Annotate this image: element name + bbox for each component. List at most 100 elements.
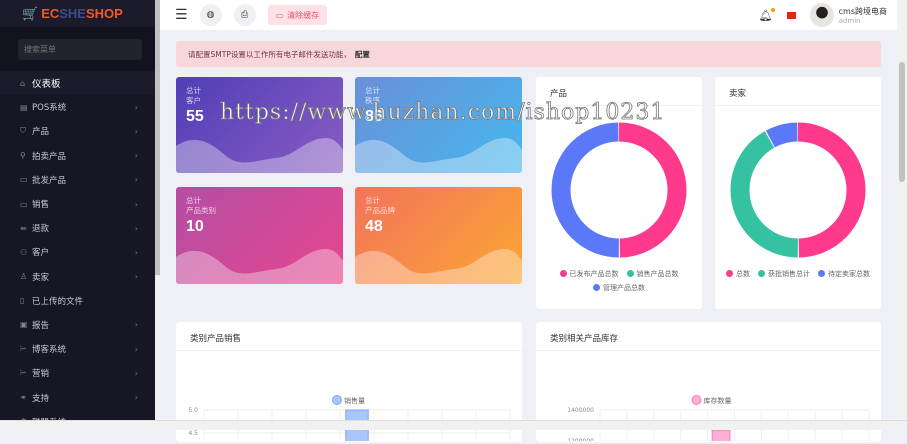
sidebar-item[interactable]: ▭ 批发产品 › [0,168,155,192]
products-card: 产品 已发布产品总数 销售产品总数 管理产品总数 [536,77,702,309]
horizontal-scrollbar[interactable] [0,420,907,430]
wave-decoration [355,138,522,173]
sidebar: 🛒 ECSHESHOP ⌂仪表板▤POS系统›⛉产品›⚲拍卖产品›▭批发产品›▭… [0,0,155,428]
stat-label: 产品类别 [186,206,216,215]
legend-item[interactable]: 销售产品总数 [626,269,679,279]
stat-card: 总计 产品品牌 48 [355,187,522,284]
flag-cn-icon[interactable] [786,11,796,19]
stat-card: 总计 客户 55 [176,77,343,173]
alert-text: 请配置SMTP设置以工作所有电子邮件发送功能， [188,49,351,59]
sidebar-item-label: 销售 [32,200,50,211]
sidebar-item[interactable]: ⌂ 仪表板 [0,71,155,96]
sidebar-item-label: 支持 [32,393,50,404]
menu-icon: ⇚ [20,223,27,233]
sidebar-item[interactable]: ⚇ 客户 › [0,240,155,264]
sidebar-item[interactable]: ⌲ 博客系统 › [0,337,155,361]
legend-label: 获批销售总计 [768,270,810,278]
user-menu[interactable]: cms跨境电商 admin [809,3,887,27]
legend-label: 管理产品总数 [603,284,645,292]
stat-value: 10 [186,218,204,235]
user-name: cms跨境电商 [838,6,887,16]
logo-part: SHE [59,6,86,21]
cache-icon: ▭ [275,10,284,20]
legend-dot-icon [758,270,765,277]
page-scrollbar[interactable] [897,0,907,420]
printer-icon[interactable]: ⎙ [233,4,256,26]
legend-item[interactable]: 获批销售总计 [758,269,810,279]
avatar [809,3,834,27]
sidebar-item[interactable]: ♙ 卖家 › [0,265,155,289]
chevron-right-icon: › [134,344,138,354]
sidebar-item[interactable]: ⛉ 产品 › [0,119,155,143]
sidebar-item-label: 卖家 [32,272,50,283]
wave-decoration [355,249,522,284]
menu-toggle-icon[interactable]: ☰ [175,7,188,23]
legend-label: 总数 [736,270,750,278]
sidebar-item[interactable]: ⇚ 退款 › [0,216,155,240]
menu-icon: ▣ [20,320,28,330]
sidebar-item[interactable]: ▯ 已上传的文件 [0,289,155,313]
sidebar-item-label: 已上传的文件 [32,296,84,307]
sidebar-item[interactable]: ⚲ 拍卖产品 › [0,144,155,168]
legend-dot-icon [726,270,733,277]
y-tick-label: 4.5 [188,430,198,437]
menu-icon: ♙ [20,272,28,282]
chevron-right-icon: › [134,247,138,257]
stat-label: 客户 [186,96,201,105]
logo[interactable]: 🛒 EC SHE SHOP [0,0,155,27]
menu-search-input[interactable] [18,39,142,60]
chevron-right-icon: › [134,151,138,161]
sidebar-item[interactable]: ▤ POS系统 › [0,95,155,119]
menu-icon: ⚲ [20,151,26,161]
legend-item[interactable]: 已发布产品总数 [559,269,619,279]
smtp-alert: 请配置SMTP设置以工作所有电子邮件发送功能， 配置 [176,41,881,67]
legend-item[interactable]: 管理产品总数 [593,283,645,293]
sidebar-item-label: POS系统 [32,103,67,114]
stat-value: 55 [186,108,204,125]
y-tick-label: 5.0 [188,407,198,414]
stat-label: 总计 [186,86,201,95]
sidebar-item-label: 博客系统 [32,345,67,356]
menu-icon: ▤ [20,102,28,112]
stat-card: 总计 秩序 86 [355,77,522,173]
menu-icon: ⌂ [20,78,26,88]
globe-icon[interactable]: ◍ [199,4,222,26]
logo-part: EC [41,6,60,21]
stat-value: 48 [365,218,383,235]
legend-label: 待定卖家总数 [828,270,870,278]
legend-item[interactable]: 总数 [726,269,750,279]
sidebar-item[interactable]: ⚭ 支持 › [0,385,155,409]
menu-icon: ⌲ [20,368,27,378]
sidebar-item[interactable]: ▣ 报告 › [0,313,155,337]
chevron-right-icon: › [134,272,138,282]
products-legend: 已发布产品总数 销售产品总数管理产品总数 [536,269,702,293]
configure-link[interactable]: 配置 [355,49,370,60]
chevron-right-icon: › [134,223,138,233]
sidebar-item-label: 营销 [32,369,50,380]
clear-cache-button[interactable]: ▭ 清除缓存 [267,5,328,25]
wave-decoration [176,138,343,173]
legend-dot-icon [593,284,600,291]
legend-label: 销售产品总数 [636,270,679,278]
menu-icon: ▯ [20,296,25,306]
bell-icon[interactable]: 🔔︎ [759,7,775,22]
top-bar: ☰ ◍ ⎙ ▭ 清除缓存 🔔︎ cms跨境电商 admin [160,0,897,30]
stat-value: 86 [365,108,383,125]
sidebar-item-label: 批发产品 [32,175,67,186]
legend-item[interactable]: 待定卖家总数 [818,269,870,279]
sidebar-item-label: 仪表板 [32,79,61,91]
bar [711,429,731,444]
stat-label: 秩序 [365,96,380,105]
chevron-right-icon: › [134,102,138,112]
stat-label: 总计 [186,196,201,205]
sidebar-scrollbar[interactable] [155,0,160,420]
sidebar-item[interactable]: ▭ 销售 › [0,192,155,216]
legend-label: 已发布产品总数 [569,270,619,278]
chevron-right-icon: › [134,126,138,136]
wave-decoration [176,249,343,284]
chevron-right-icon: › [134,320,138,330]
chevron-right-icon: › [134,175,138,185]
card-title: 类别产品销售 [176,322,522,351]
menu-icon: ▭ [20,199,28,209]
sidebar-item[interactable]: ⌲ 营销 › [0,361,155,385]
